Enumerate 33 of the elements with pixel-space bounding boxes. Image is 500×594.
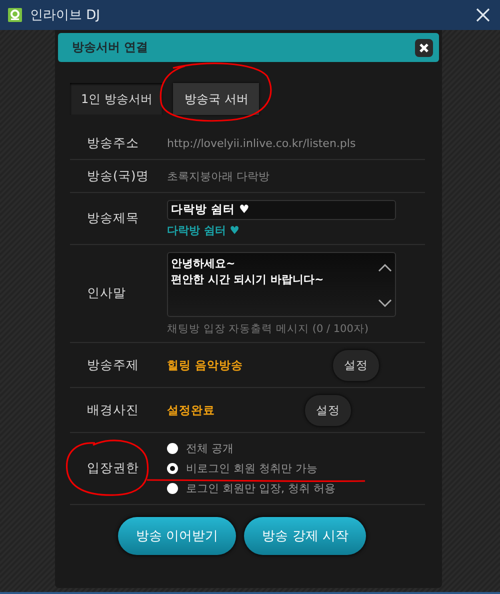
radio-label: 로그인 회원만 입장, 청취 허용 (186, 481, 336, 496)
radio-label: 전체 공개 (186, 441, 234, 456)
radio-button[interactable] (167, 463, 178, 474)
field-value: http://lovelyii.inlive.co.kr/listen.pls (167, 136, 356, 150)
close-icon[interactable] (476, 8, 490, 22)
settings-button[interactable]: 설정 (333, 350, 380, 380)
field-label: 방송(국)명 (86, 168, 150, 184)
window-title: 인라이브 DJ (30, 7, 100, 24)
field-value: 초록지붕아래 다락방 (167, 168, 270, 184)
field-label: 입장권한 (86, 460, 140, 477)
scroll-up-icon[interactable] (378, 264, 392, 272)
field-hint: 채팅방 입장 자동출력 메시지 (0 / 100자) (167, 322, 368, 336)
field-label: 방송주소 (86, 134, 140, 152)
field-value: 설정완료 (167, 402, 215, 418)
scroll-down-icon[interactable] (378, 298, 392, 306)
radio-button[interactable] (167, 483, 178, 494)
settings-button[interactable]: 설정 (305, 394, 351, 426)
field-label: 배경사진 (86, 402, 140, 418)
dialog-title: 방송서버 연결 (72, 39, 148, 56)
close-icon (419, 42, 429, 52)
tab[interactable]: 방송국 서버 (173, 83, 260, 115)
tab[interactable]: 1인 방송서버 (70, 83, 164, 115)
title-input[interactable]: 다락방 쉼터 ♥ (167, 200, 396, 220)
radio-button[interactable] (167, 443, 178, 454)
radio-label: 비로그인 회원 청취만 가능 (186, 461, 318, 476)
title-preview: 다락방 쉼터 ♥ (167, 222, 240, 238)
close-button[interactable] (415, 38, 433, 56)
field-label: 인사말 (86, 285, 127, 302)
app-logo-icon (8, 8, 22, 22)
field-value: 힐링 음악방송 (167, 358, 244, 372)
field-label: 방송주제 (86, 356, 140, 374)
greeting-textarea[interactable]: 안녕하세요~ 편안한 시간 되시기 바랍니다~ (167, 252, 396, 316)
field-label: 방송제목 (86, 210, 140, 227)
